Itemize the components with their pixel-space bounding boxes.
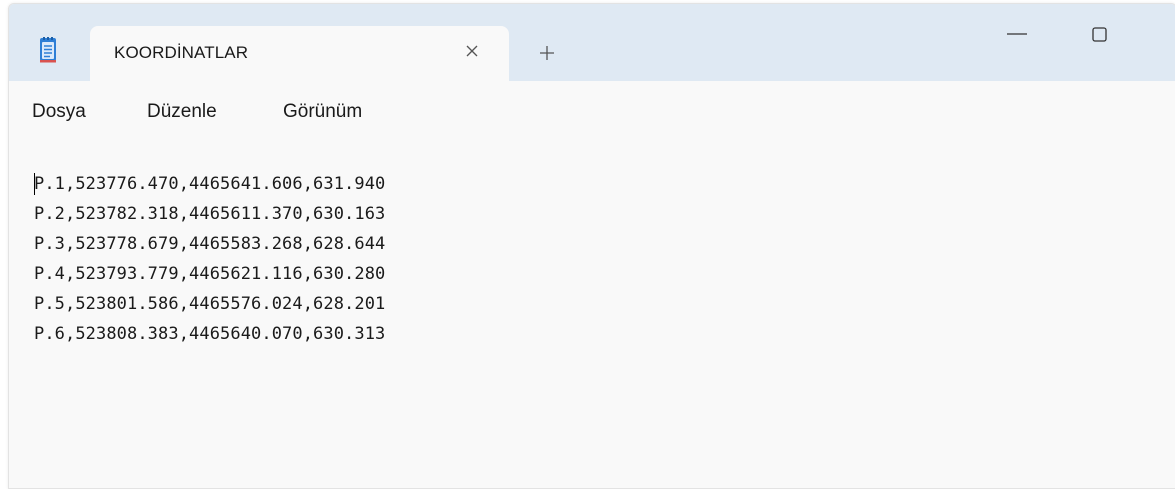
menu-item-edit[interactable]: Düzenle — [147, 101, 217, 123]
menu-bar: Dosya Düzenle Görünüm — [9, 81, 1175, 141]
minimize-icon[interactable] — [1005, 26, 1029, 42]
text-line: P.3,523778.679,4465583.268,628.644 — [34, 234, 386, 254]
text-line: P.1,523776.470,4465641.606,631.940 — [34, 174, 386, 194]
plus-icon[interactable] — [536, 42, 558, 64]
close-icon[interactable] — [461, 40, 483, 62]
notepad-window: KOORDİNATLAR Dosya Düzenle Görünüm P.1,5… — [8, 3, 1175, 489]
notepad-icon — [40, 37, 56, 63]
text-line: P.2,523782.318,4465611.370,630.163 — [34, 204, 386, 224]
text-line: P.5,523801.586,4465576.024,628.201 — [34, 294, 386, 314]
text-line: P.4,523793.779,4465621.116,630.280 — [34, 264, 386, 284]
text-editor[interactable]: P.1,523776.470,4465641.606,631.940 P.2,5… — [9, 164, 1175, 484]
menu-item-view[interactable]: Görünüm — [283, 101, 362, 123]
text-line: P.6,523808.383,4465640.070,630.313 — [34, 324, 386, 344]
title-bar[interactable]: KOORDİNATLAR — [9, 4, 1175, 81]
tab-title: KOORDİNATLAR — [114, 43, 249, 62]
maximize-icon[interactable] — [1090, 25, 1110, 45]
tab-koordinatlar[interactable]: KOORDİNATLAR — [90, 26, 509, 81]
menu-item-file[interactable]: Dosya — [32, 101, 86, 123]
